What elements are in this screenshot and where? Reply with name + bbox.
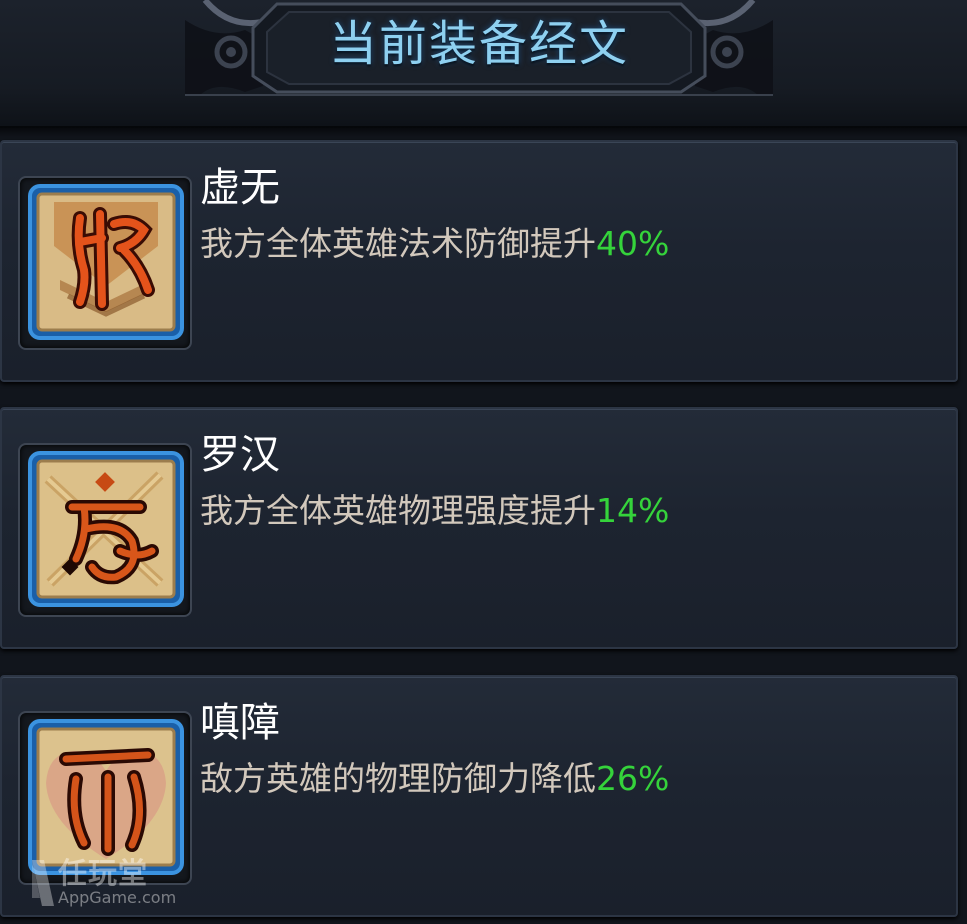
effect-value: 14%: [596, 491, 670, 530]
header-shadow: [0, 126, 967, 138]
scripture-card[interactable]: 虚无 我方全体英雄法术防御提升40%: [0, 140, 958, 382]
scripture-panel: 当前装备经文 虚无 我方全体英雄法术防御提升40% 罗汉 我方全体英雄物理强度提…: [0, 0, 967, 924]
panel-title: 当前装备经文: [328, 16, 629, 72]
scripture-effect: 我方全体英雄法术防御提升40%: [200, 220, 669, 268]
scripture-name: 嗔障: [200, 700, 280, 746]
watermark-url: AppGame.com: [58, 888, 177, 907]
effect-text: 我方全体英雄法术防御提升: [200, 224, 596, 263]
watermark: 任玩堂 AppGame.com: [30, 854, 180, 920]
scripture-rune-luohan-icon: [28, 451, 184, 607]
panel-header: 当前装备经文: [0, 0, 967, 128]
effect-text: 敌方英雄的物理防御力降低: [200, 759, 596, 798]
scripture-icon-frame: [18, 176, 192, 350]
appgame-logo-icon: [32, 860, 54, 906]
scripture-rune-xuwu-icon: [28, 184, 184, 340]
title-plaque: 当前装备经文: [185, 0, 773, 96]
scripture-name: 罗汉: [200, 432, 280, 478]
scripture-effect: 敌方英雄的物理防御力降低26%: [200, 755, 669, 803]
effect-text: 我方全体英雄物理强度提升: [200, 491, 596, 530]
effect-value: 26%: [596, 759, 670, 798]
scripture-effect: 我方全体英雄物理强度提升14%: [200, 487, 669, 535]
scripture-name: 虚无: [200, 165, 280, 211]
watermark-brand: 任玩堂: [58, 856, 149, 890]
effect-value: 40%: [596, 224, 670, 263]
scripture-icon-frame: [18, 443, 192, 617]
scripture-card[interactable]: 罗汉 我方全体英雄物理强度提升14%: [0, 407, 958, 649]
